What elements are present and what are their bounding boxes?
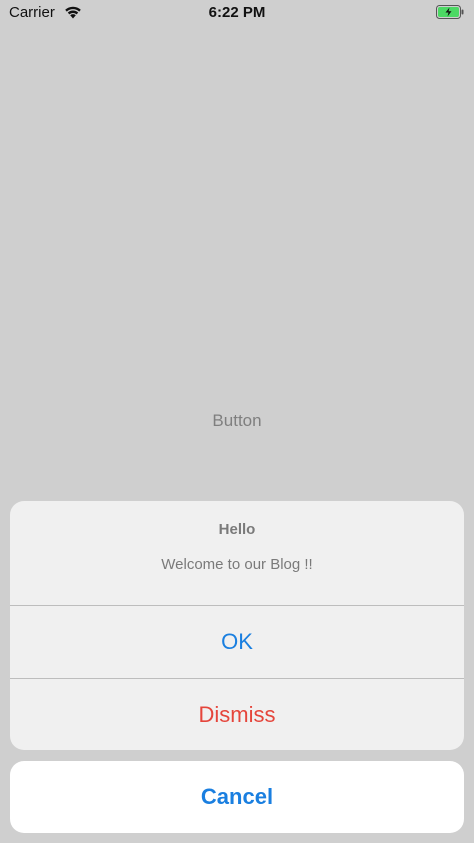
cancel-button[interactable]: Cancel xyxy=(10,761,464,833)
status-bar: Carrier 6:22 PM xyxy=(0,0,474,26)
dismiss-button[interactable]: Dismiss xyxy=(10,679,464,750)
action-sheet-title: Hello xyxy=(218,521,256,538)
action-sheet: Hello Welcome to our Blog !! OK Dismiss xyxy=(10,501,464,750)
action-sheet-message: Welcome to our Blog !! xyxy=(161,556,313,573)
main-button[interactable]: Button xyxy=(0,411,474,431)
battery-charging-icon xyxy=(436,5,464,19)
action-sheet-header: Hello Welcome to our Blog !! xyxy=(10,501,464,606)
status-time: 6:22 PM xyxy=(208,4,266,21)
ok-button[interactable]: OK xyxy=(10,606,464,679)
